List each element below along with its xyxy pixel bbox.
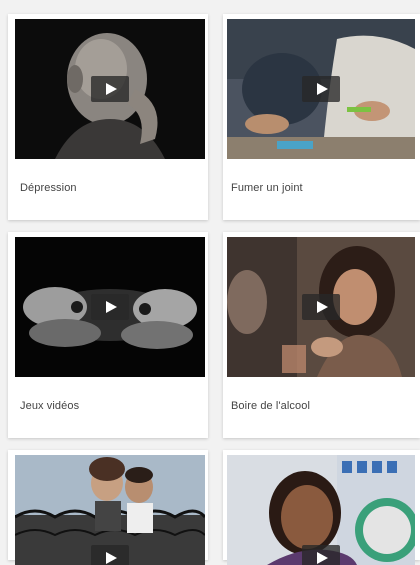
video-thumbnail[interactable] xyxy=(15,237,205,377)
video-title: Dépression xyxy=(20,182,77,194)
video-card-fumer-un-joint[interactable]: Fumer un joint xyxy=(223,14,420,220)
play-icon[interactable] xyxy=(302,294,340,320)
video-thumbnail[interactable] xyxy=(15,19,205,159)
play-icon[interactable] xyxy=(91,294,129,320)
video-title: Jeux vidéos xyxy=(20,400,80,412)
video-grid: Dépression Fumer un joint Jeux vidéos Bo… xyxy=(0,0,420,565)
video-card-depression[interactable]: Dépression xyxy=(8,14,208,220)
video-thumbnail[interactable] xyxy=(227,455,415,565)
video-card[interactable] xyxy=(223,450,420,565)
video-card-jeux-videos[interactable]: Jeux vidéos xyxy=(8,232,208,438)
video-thumbnail[interactable] xyxy=(227,237,415,377)
play-icon[interactable] xyxy=(302,76,340,102)
video-title: Boire de l'alcool xyxy=(231,400,311,412)
video-card[interactable] xyxy=(8,450,208,565)
play-icon[interactable] xyxy=(91,76,129,102)
play-icon[interactable] xyxy=(91,545,129,565)
video-card-boire-de-lalcool[interactable]: Boire de l'alcool xyxy=(223,232,420,438)
video-title: Fumer un joint xyxy=(231,182,303,194)
play-icon[interactable] xyxy=(302,545,340,565)
video-thumbnail[interactable] xyxy=(15,455,205,565)
video-thumbnail[interactable] xyxy=(227,19,415,159)
